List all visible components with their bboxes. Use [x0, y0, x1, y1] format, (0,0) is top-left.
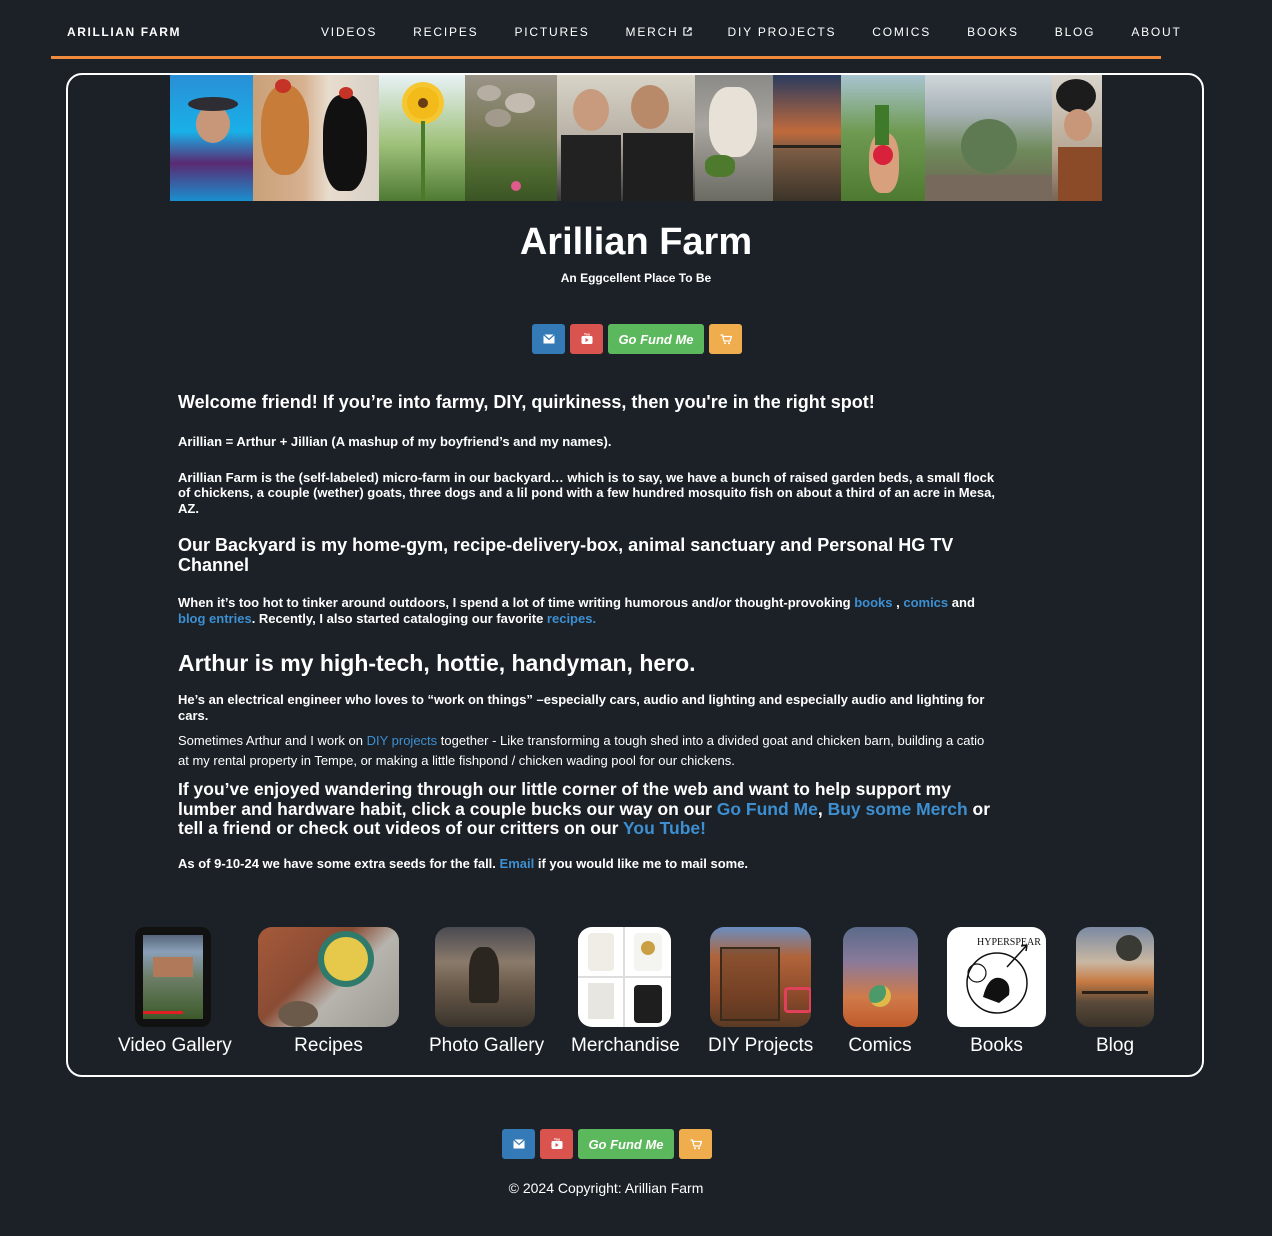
- shopping-cart-icon: [720, 333, 732, 344]
- gofundme-button[interactable]: Go Fund Me: [608, 324, 704, 354]
- gallery-item-merchandise[interactable]: Merchandise: [571, 927, 680, 1056]
- merch-link[interactable]: Buy some Merch: [828, 799, 968, 819]
- banner-photo-rock-garden: [465, 75, 557, 201]
- merchandise-thumbnail: [578, 927, 671, 1027]
- copyright-text: © 2024 Copyright: Arillian Farm: [508, 1180, 704, 1196]
- gallery-item-books[interactable]: HYPERSPEAR Books: [947, 927, 1046, 1056]
- backyard-heading: Our Backyard is my home-gym, recipe-deli…: [178, 535, 954, 575]
- banner-photo-radish: [841, 75, 925, 201]
- footer-social-buttons: You Go Fund Me: [502, 1129, 712, 1159]
- books-label: Books: [970, 1035, 1023, 1056]
- banner-photo-chef: [1052, 75, 1102, 201]
- banner-photo-artichoke-garden: [925, 75, 1052, 201]
- recipes-thumbnail: [258, 927, 399, 1027]
- banner-photo-hen: [253, 75, 379, 201]
- video-gallery-thumbnail: [135, 927, 211, 1027]
- social-buttons: You Go Fund Me: [532, 324, 742, 354]
- nav-links: VIDEOS RECIPES PICTURES MERCH DIY PROJEC…: [321, 25, 1218, 39]
- farm-description: Arillian Farm is the (self-labeled) micr…: [178, 469, 995, 516]
- blog-entries-link[interactable]: blog entries: [178, 611, 252, 626]
- nav-item-merch-label: MERCH: [625, 25, 679, 39]
- books-thumbnail: HYPERSPEAR: [947, 927, 1046, 1027]
- hyperspear-cover-text: HYPERSPEAR: [977, 937, 1041, 948]
- youtube-icon: You: [581, 333, 592, 344]
- name-explanation: Arillian = Arthur + Jillian (A mashup of…: [178, 434, 612, 449]
- comics-thumbnail: [842, 927, 918, 1027]
- gallery-item-photo-gallery[interactable]: Photo Gallery: [429, 927, 544, 1056]
- blog-thumbnail: [1076, 927, 1154, 1027]
- merchandise-label: Merchandise: [571, 1035, 680, 1056]
- footer-email-button[interactable]: [502, 1129, 535, 1159]
- envelope-icon: [512, 1139, 525, 1149]
- envelope-icon: [542, 334, 555, 344]
- support-paragraph: If you’ve enjoyed wandering through our …: [178, 779, 991, 838]
- comics-label: Comics: [848, 1035, 912, 1056]
- nav-item-blog[interactable]: BLOG: [1055, 25, 1096, 39]
- welcome-heading: Welcome friend! If you’re into farmy, DI…: [178, 392, 875, 412]
- seeds-paragraph: As of 9-10-24 we have some extra seeds f…: [178, 855, 749, 871]
- footer-youtube-button[interactable]: You: [540, 1129, 573, 1159]
- gallery-item-recipes[interactable]: Recipes: [258, 927, 399, 1056]
- email-link[interactable]: Email: [500, 856, 535, 871]
- brand-link[interactable]: ARILLIAN FARM: [67, 25, 181, 39]
- svg-text:You: You: [583, 333, 589, 337]
- diy-projects-label: DIY Projects: [708, 1035, 814, 1056]
- shopping-cart-icon: [690, 1138, 702, 1149]
- banner-photo-couple: [557, 75, 695, 201]
- nav-item-recipes[interactable]: RECIPES: [413, 25, 478, 39]
- gallery-item-video-gallery[interactable]: Video Gallery: [118, 927, 232, 1056]
- nav-item-about[interactable]: ABOUT: [1131, 25, 1181, 39]
- gallery-item-diy-projects[interactable]: DIY Projects: [708, 927, 813, 1056]
- hyperspear-book-cover: HYPERSPEAR: [966, 937, 1041, 1014]
- email-button[interactable]: [532, 324, 565, 354]
- footer-gofundme-button[interactable]: Go Fund Me: [578, 1129, 674, 1159]
- youtube-link[interactable]: You Tube!: [623, 818, 706, 838]
- comics-link[interactable]: comics: [903, 595, 948, 610]
- arthur-description: He’s an electrical engineer who loves to…: [178, 692, 985, 723]
- diy-projects-link[interactable]: DIY projects: [367, 733, 438, 748]
- gofundme-link[interactable]: Go Fund Me: [717, 799, 818, 819]
- banner-photo-goat: [695, 75, 773, 201]
- photo-gallery-thumbnail: [435, 927, 535, 1027]
- nav-item-diy-projects[interactable]: DIY PROJECTS: [728, 25, 837, 39]
- youtube-button[interactable]: You: [570, 324, 603, 354]
- gallery-item-comics[interactable]: Comics: [842, 927, 918, 1056]
- nav-item-pictures[interactable]: PICTURES: [514, 25, 589, 39]
- books-link[interactable]: books: [854, 595, 892, 610]
- banner-photo-sunflower: [379, 75, 465, 201]
- diy-paragraph: Sometimes Arthur and I work on DIY proje…: [178, 733, 985, 768]
- cart-button[interactable]: [709, 324, 742, 354]
- gallery-item-blog[interactable]: Blog: [1076, 927, 1154, 1056]
- site-title: Arillian Farm: [519, 221, 753, 263]
- intro-content: Welcome friend! If you’re into farmy, DI…: [178, 392, 998, 871]
- nav-item-comics[interactable]: COMICS: [872, 25, 931, 39]
- banner-photo-sunset-yard: [773, 75, 841, 201]
- svg-text:You: You: [553, 1138, 559, 1142]
- photo-gallery-label: Photo Gallery: [429, 1035, 545, 1056]
- banner-collage: [170, 75, 1102, 201]
- external-link-icon: [682, 27, 692, 36]
- youtube-icon: You: [551, 1138, 562, 1149]
- video-gallery-label: Video Gallery: [118, 1035, 232, 1056]
- recipes-link[interactable]: recipes.: [547, 611, 596, 626]
- top-navbar: ARILLIAN FARM VIDEOS RECIPES PICTURES ME…: [51, 0, 1180, 59]
- diy-projects-thumbnail: [709, 927, 811, 1027]
- recipes-label: Recipes: [294, 1035, 363, 1056]
- nav-item-merch[interactable]: MERCH: [626, 25, 692, 39]
- nav-item-books[interactable]: BOOKS: [967, 25, 1019, 39]
- banner-photo-pool-selfie: [170, 75, 253, 201]
- writing-paragraph: When it’s too hot to tinker around outdo…: [178, 595, 975, 626]
- blog-label: Blog: [1095, 1035, 1135, 1056]
- footer-cart-button[interactable]: [679, 1129, 712, 1159]
- nav-item-videos[interactable]: VIDEOS: [321, 25, 377, 39]
- arthur-heading: Arthur is my high-tech, hottie, handyman…: [178, 650, 696, 676]
- site-tagline: An Eggcellent Place To Be: [560, 271, 712, 285]
